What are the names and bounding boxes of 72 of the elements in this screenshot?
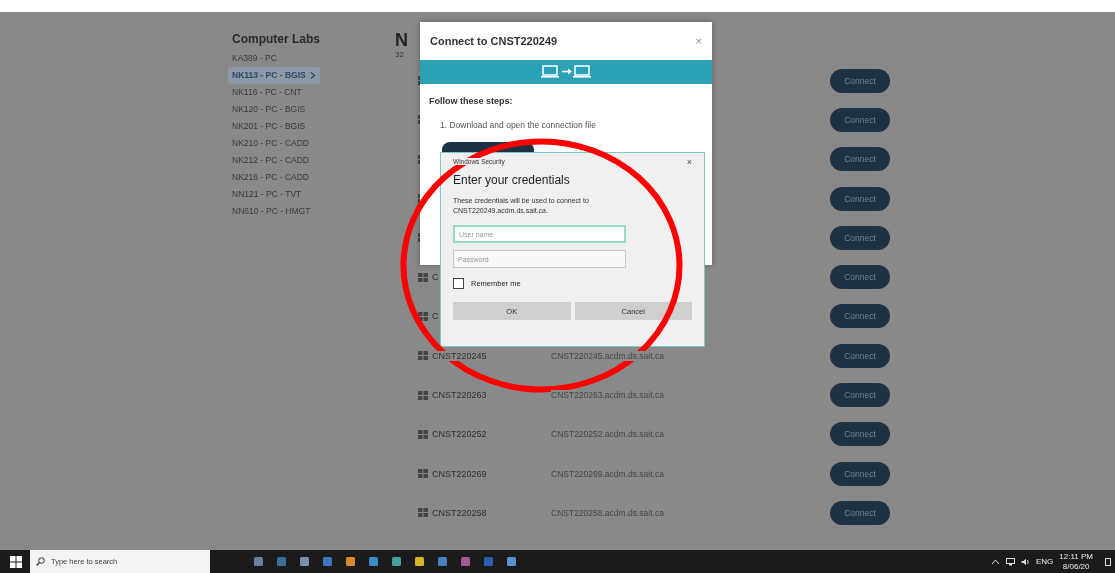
lab-item[interactable]: NK201 - PC - BGIS (228, 118, 310, 135)
connect-button[interactable]: Connect (830, 186, 890, 211)
windows-icon (418, 351, 428, 361)
connect-button[interactable]: Connect (830, 383, 890, 407)
network-icon[interactable] (1006, 557, 1015, 566)
host-address: CNST220258.acdm.ds.sait.ca (551, 507, 664, 518)
search-icon[interactable] (36, 557, 45, 566)
language-indicator[interactable]: ENG (1036, 557, 1054, 566)
app-icon[interactable] (368, 556, 379, 567)
volume-icon[interactable] (1021, 557, 1030, 566)
lab-item[interactable]: NK113 - PC - BGIS (228, 67, 320, 84)
notification-icon[interactable] (1105, 557, 1111, 566)
windows-icon (418, 429, 428, 439)
remember-checkbox[interactable] (453, 278, 464, 289)
lab-item[interactable]: NK116 - PC - CNT (228, 84, 306, 101)
computer-name: CNST220258 (432, 507, 487, 518)
computer-name: C (432, 272, 439, 283)
dialog-title: Connect to CNST220249 (430, 35, 558, 47)
host-address: CNST220269.acdm.ds.sait.ca (551, 468, 664, 479)
connect-button[interactable]: Connect (830, 107, 890, 132)
laptop-arrow-icon (541, 65, 591, 79)
windows-icon (418, 272, 428, 282)
lab-item[interactable]: NN121 - PC - TVT (228, 186, 306, 203)
computer-name: C (432, 311, 439, 322)
dialog-heading: Enter your credentials (453, 173, 570, 187)
app-icon[interactable] (437, 556, 448, 567)
connect-button[interactable]: Connect (830, 343, 890, 368)
page-subtitle: 32 (395, 50, 404, 59)
windows-icon (418, 390, 428, 400)
steps-heading: Follow these steps: (429, 96, 513, 106)
connect-button[interactable]: Connect (830, 422, 890, 447)
chevron-up-icon[interactable] (991, 557, 1000, 566)
connect-button[interactable]: Connect (830, 500, 890, 525)
windows-icon (418, 508, 428, 518)
host-address: CNST220263.acdm.ds.sait.ca (551, 390, 664, 400)
sidebar-title: Computer Labs (232, 32, 321, 46)
lab-item[interactable]: KA389 - PC (228, 50, 281, 67)
connect-button[interactable]: Connect (830, 304, 890, 329)
lab-item[interactable]: NK210 - PC - CADD (228, 135, 313, 152)
lab-item[interactable]: NK216 - PC - CADD (228, 169, 313, 186)
connect-button[interactable]: Connect (830, 265, 890, 290)
computer-name: CNST220252 (432, 429, 487, 440)
app-icon[interactable] (345, 556, 356, 567)
step-text: 1. Download and open the connection file (440, 120, 596, 130)
connect-button[interactable]: Connect (830, 68, 890, 93)
chevron-icon (309, 72, 316, 79)
computer-name: CNST220269 (432, 468, 487, 479)
computer-name: CNST220245 (432, 350, 487, 361)
app-icon[interactable] (391, 556, 402, 567)
lab-item[interactable]: NK120 - PC - BGIS (228, 101, 310, 118)
host-address: CNST220245.acdm.ds.sait.ca (551, 350, 664, 361)
connect-button[interactable]: Connect (830, 147, 890, 172)
app-icon[interactable] (506, 556, 517, 567)
app-icon[interactable] (414, 556, 425, 567)
page-heading: N (395, 30, 408, 50)
app-icon[interactable] (460, 556, 471, 567)
computer-name: CNST220263 (432, 390, 487, 400)
clock-date[interactable]: 8/06/20 (1062, 561, 1090, 571)
connect-button[interactable]: Connect (830, 461, 890, 486)
start-icon[interactable] (10, 555, 22, 568)
windows-icon (418, 469, 428, 479)
lab-item[interactable]: NK212 - PC - CADD (228, 152, 313, 169)
app-icon[interactable] (322, 556, 333, 567)
lab-item[interactable]: NN610 - PC - HMGT (228, 203, 315, 220)
windows-icon (418, 311, 428, 321)
app-icon[interactable] (299, 556, 310, 567)
app-icon[interactable] (253, 556, 264, 567)
clock-time[interactable]: 12:11 PM (1059, 552, 1093, 562)
close-button[interactable]: × (695, 35, 702, 47)
host-address: CNST220252.acdm.ds.sait.ca (551, 429, 664, 440)
close-button[interactable]: × (686, 156, 692, 167)
connect-button[interactable]: Connect (830, 225, 890, 250)
